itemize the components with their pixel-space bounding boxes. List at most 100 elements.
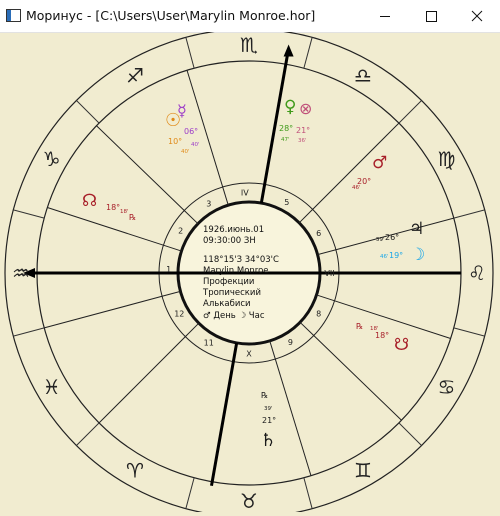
jupiter-icon: ♃ (409, 219, 424, 239)
house-10: X (246, 350, 252, 359)
cancer-sign-icon: ♋ (437, 375, 455, 399)
maximize-icon (426, 11, 437, 22)
house-cusp-tick (269, 340, 276, 360)
jupiter-degree: 26° (385, 233, 399, 242)
house-cusp-tick (163, 244, 182, 252)
house-cusp-line (44, 295, 163, 329)
house-cusp-tick (299, 321, 315, 336)
gemini-sign-icon: ♊ (354, 458, 372, 482)
mars-icon: ♂ (372, 153, 387, 173)
close-icon (471, 10, 483, 22)
sign-divider (13, 209, 45, 219)
planet-saturn[interactable]: ℞ 39' 21° ♄ (260, 391, 276, 451)
taurus-sign-icon: ♉ (240, 489, 258, 512)
pisces-sign-icon: ♓ (43, 375, 61, 399)
house-1: 1 (166, 265, 171, 274)
horoscope-wheel: ♌♍♎♏♐♑♒♓♈♉♊♋ 123IV56VII89X1112 ☉ 10° 40'… (4, 28, 494, 516)
house-12: 12 (174, 309, 184, 318)
planet-mars[interactable]: ♂ 20° 46' (352, 153, 387, 191)
saturn-degree: 21° (262, 416, 276, 425)
house-cusp-tick (185, 322, 200, 337)
saturn-retrograde: ℞ (261, 391, 268, 400)
aries-sign-icon: ♈ (126, 458, 144, 482)
south-node-minute: 18' (370, 326, 379, 332)
sun-minute: 40' (181, 149, 190, 155)
close-button[interactable] (454, 0, 500, 32)
house-9: 9 (288, 338, 293, 347)
sign-divider (13, 327, 45, 337)
moon-icon: ☽ (410, 245, 425, 265)
house-cusp-line (47, 207, 164, 246)
birth-time: 09:30:00 ЗН (203, 236, 256, 246)
midheaven-arrow-icon (283, 44, 294, 57)
sign-divider (303, 477, 313, 509)
planet-venus[interactable]: ♀ 28° 47' (279, 97, 296, 143)
house-cusp-tick (161, 290, 181, 297)
leo-sign-icon: ♌ (468, 261, 486, 285)
house-cusp-line (334, 300, 451, 339)
sign-divider (76, 100, 100, 124)
house-cusp-tick (298, 209, 313, 224)
sign-divider (453, 327, 485, 337)
part-of-fortune-minute: 36' (298, 138, 307, 144)
mars-minute: 46' (352, 185, 361, 191)
sign-divider (185, 37, 195, 69)
moon-degree: 19° (389, 251, 403, 260)
north-node-icon: ☊ (82, 191, 97, 211)
venus-icon: ♀ (284, 97, 296, 117)
north-node-degree: 18° (106, 203, 120, 212)
planet-moon[interactable]: ☽ 19° 46' (380, 245, 425, 265)
house-cusp-tick (316, 294, 335, 302)
minimize-button[interactable] (362, 0, 408, 32)
house-cusp-tick (222, 186, 229, 206)
house-cusp-line (313, 335, 402, 421)
capricorn-sign-icon: ♑ (43, 147, 61, 171)
person-name: Marylin Monroe (203, 266, 269, 276)
jupiter-minute: 59' (376, 237, 385, 243)
scorpio-sign-icon: ♏ (240, 33, 258, 57)
venus-degree: 28° (279, 124, 293, 133)
minimize-icon (380, 16, 390, 17)
planet-south-node[interactable]: ☋ 18° 18' ℞ (356, 322, 409, 355)
saturn-icon: ♄ (260, 430, 276, 451)
house-cusp-tick (183, 210, 199, 225)
south-node-degree: 18° (375, 331, 389, 340)
mercury-icon: ☿ (177, 101, 187, 120)
app-icon (6, 9, 21, 22)
libra-sign-icon: ♎ (354, 64, 372, 88)
saturn-minute: 39' (264, 406, 273, 412)
sun-degree: 10° (168, 137, 182, 146)
house-7: VII (324, 269, 334, 278)
zodiac-type: Тропический (202, 288, 261, 298)
house-3: 3 (206, 199, 211, 208)
house-11: 11 (204, 339, 214, 348)
planet-part-of-fortune[interactable]: ⊗ 21° 36' (296, 99, 312, 144)
planet-north-node[interactable]: ☊ 18° 18' ℞ (82, 191, 136, 222)
title-bar[interactable]: Моринус - [C:\Users\User\Marylin Monroe.… (0, 0, 500, 33)
sagittarius-sign-icon: ♐ (126, 64, 144, 88)
mercury-degree: 06° (184, 127, 198, 136)
south-node-icon: ☋ (394, 335, 409, 355)
day-hour-ruler: ♂ День ☽ Час (203, 311, 265, 321)
south-node-retrograde: ℞ (356, 322, 363, 331)
house-cusp-tick (317, 249, 337, 256)
maximize-button[interactable] (408, 0, 454, 32)
birth-coordinates: 118°15'З 34°03'С (203, 255, 279, 265)
house-5: 5 (284, 198, 289, 207)
moon-minute: 46' (380, 254, 389, 260)
chart-mode: Профекции (203, 277, 254, 287)
sign-divider (303, 37, 313, 69)
imum-coeli-axis (210, 342, 239, 486)
house-4: IV (241, 189, 249, 198)
house-cusp-line (274, 358, 312, 476)
virgo-sign-icon: ♍ (437, 147, 455, 171)
part-of-fortune-degree: 21° (296, 126, 310, 135)
house-cusp-line (98, 336, 186, 424)
aquarius-sign-icon: ♒ (12, 261, 30, 285)
mercury-minute: 40' (191, 142, 200, 148)
chart-canvas[interactable]: ♌ ♍ ♎ ♏ ♐ ♑ ♒ ♓ ♈ ♉ ♊ ♋ 1 2 3 IV 5 6 VII 8 9 X 11 12 ☉ 10° 40'… (0, 28, 500, 516)
planet-jupiter[interactable]: ♃ 26° 59' (376, 219, 424, 243)
house-system: Алькабиси (203, 299, 251, 309)
window-title: Моринус - [C:\Users\User\Marylin Monroe.… (26, 8, 316, 23)
sign-divider (185, 477, 195, 509)
